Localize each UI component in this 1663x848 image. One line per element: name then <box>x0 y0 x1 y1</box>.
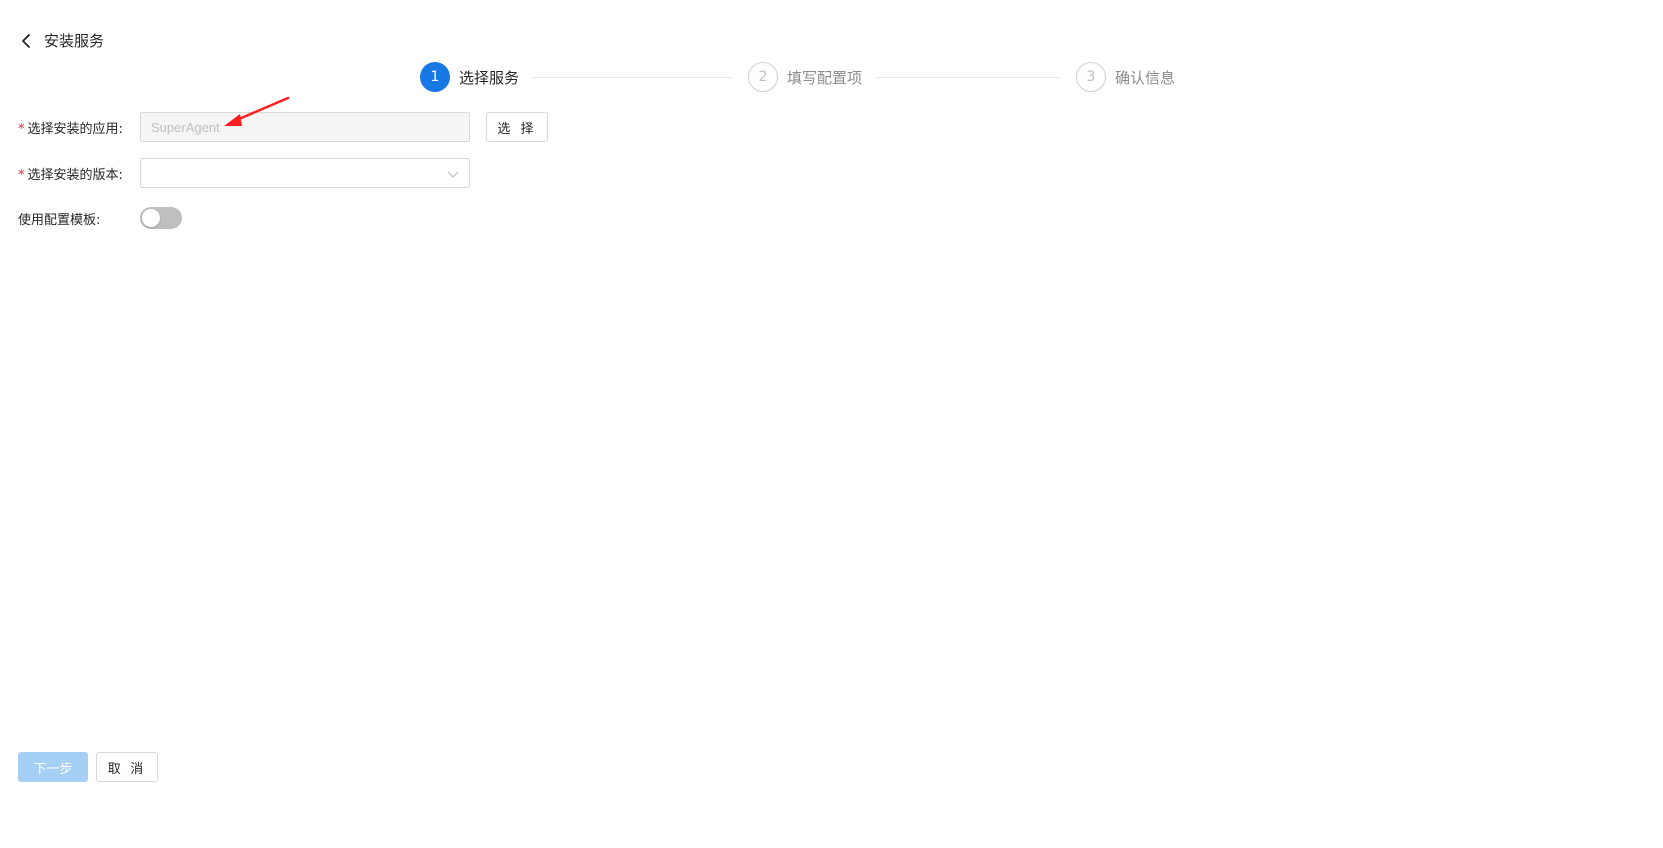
chevron-left-icon[interactable] <box>18 31 34 51</box>
step-connector <box>876 77 1060 78</box>
form-row-template: 使用配置模板: <box>18 207 182 229</box>
switch-knob <box>142 209 160 227</box>
step-3-label: 确认信息 <box>1115 68 1176 87</box>
page-header: 安装服务 <box>18 30 104 51</box>
step-1: 1 选择服务 <box>420 62 519 92</box>
form-row-version: * 选择安装的版本: <box>18 158 470 188</box>
version-label-text: 选择安装的版本: <box>27 167 123 183</box>
select-app-button[interactable]: 选 择 <box>486 112 548 142</box>
step-3-number: 3 <box>1076 62 1106 92</box>
step-2: 2 填写配置项 <box>748 62 862 92</box>
app-label: * 选择安装的应用: <box>18 118 140 137</box>
version-select[interactable] <box>140 158 470 188</box>
app-input: SuperAgent <box>140 112 470 142</box>
next-step-button[interactable]: 下一步 <box>18 752 88 782</box>
step-1-label: 选择服务 <box>459 68 520 87</box>
page-title: 安装服务 <box>44 32 105 50</box>
step-3: 3 确认信息 <box>1076 62 1175 92</box>
required-mark: * <box>18 167 25 183</box>
chevron-down-icon <box>447 171 459 178</box>
cancel-button[interactable]: 取 消 <box>96 752 158 782</box>
steps-bar: 1 选择服务 2 填写配置项 3 确认信息 <box>420 62 1180 92</box>
required-mark: * <box>18 121 25 137</box>
template-label: 使用配置模板: <box>18 212 101 228</box>
step-1-number: 1 <box>420 62 450 92</box>
version-label: * 选择安装的版本: <box>18 164 140 183</box>
footer-actions: 下一步 取 消 <box>18 752 158 782</box>
form-row-app: * 选择安装的应用: SuperAgent 选 择 <box>18 112 548 142</box>
app-label-text: 选择安装的应用: <box>27 121 123 137</box>
step-2-number: 2 <box>748 62 778 92</box>
step-2-label: 填写配置项 <box>787 68 863 87</box>
template-switch[interactable] <box>140 207 182 229</box>
step-connector <box>532 77 732 78</box>
